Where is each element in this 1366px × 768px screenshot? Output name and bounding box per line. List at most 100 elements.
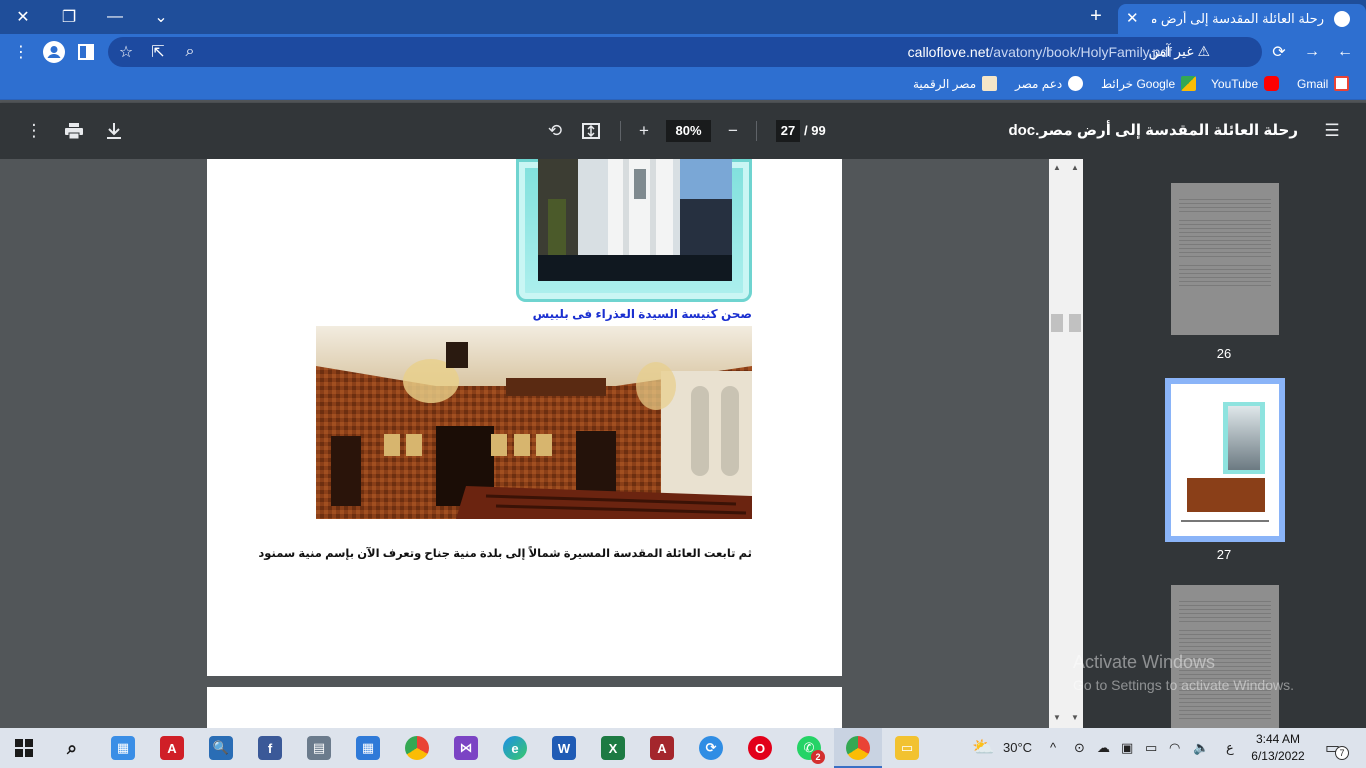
bookmark-support-egypt[interactable]: دعم مصر: [1015, 76, 1084, 91]
whatsapp-icon[interactable]: ✆ 2: [797, 736, 825, 764]
download-icon[interactable]: [102, 119, 126, 143]
scroll-up-arrow-icon[interactable]: ▲: [1071, 163, 1079, 172]
scroll-down-arrow-icon[interactable]: ▼: [1071, 713, 1079, 722]
vertical-scrollbar[interactable]: ▲ ▲ ▼ ▼: [1049, 159, 1083, 728]
action-icon[interactable]: ▣: [1121, 740, 1133, 756]
address-bar[interactable]: ☆ ⇱ ⌕ calloflove.net/avatony/book/HolyFa…: [108, 37, 1262, 67]
pdf-page-next: [207, 687, 842, 728]
bookmark-label: خرائط Google: [1101, 76, 1176, 91]
thumbnail-label: 26: [1216, 346, 1232, 361]
close-window-button[interactable]: ✕: [0, 0, 46, 34]
calculator-icon[interactable]: ▤: [307, 736, 331, 760]
search-icon[interactable]: ⌕: [60, 736, 84, 760]
volume-icon[interactable]: 🔈: [1193, 740, 1209, 756]
tab-close-icon[interactable]: ✕: [1126, 9, 1139, 27]
show-hidden-icons-chevron-icon[interactable]: ^: [1050, 740, 1056, 755]
share-icon[interactable]: ⇱: [146, 40, 170, 64]
bookmark-star-icon[interactable]: ☆: [114, 40, 138, 64]
word-icon[interactable]: W: [552, 736, 576, 760]
restore-window-button[interactable]: ❐: [46, 0, 92, 34]
url-text[interactable]: calloflove.net/avatony/book/HolyFamily.p…: [908, 44, 1172, 60]
bookmark-digital-egypt[interactable]: مصر الرقمية: [913, 76, 998, 91]
pdf-viewer[interactable]: صحن كنيسة السيدة العذراء فى بلبيس ثم تاب…: [0, 159, 1049, 728]
bookmark-gmail[interactable]: Gmail: [1297, 76, 1350, 91]
scroll-up-arrow-icon[interactable]: ▲: [1053, 163, 1061, 172]
wifi-icon[interactable]: ◠: [1169, 740, 1180, 756]
bookmark-label: مصر الرقمية: [913, 76, 977, 91]
toolbar-separator: [756, 121, 757, 141]
sync-app-icon[interactable]: ⟳: [699, 736, 723, 760]
new-tab-button[interactable]: +: [1084, 5, 1108, 29]
control-panel-icon[interactable]: ▦: [111, 736, 135, 760]
browser-menu-icon[interactable]: ⋮: [9, 40, 33, 64]
church-interior-photo: [316, 326, 752, 519]
toolbar-separator: [620, 121, 621, 141]
watermark-line-2: Go to Settings to activate Windows.: [1073, 677, 1294, 693]
edge-icon[interactable]: e: [503, 736, 527, 760]
autocad-icon[interactable]: A: [160, 736, 184, 760]
tab-search-button[interactable]: ⌄: [138, 0, 184, 34]
facebook-icon[interactable]: f: [258, 736, 282, 760]
activate-windows-watermark: Activate Windows Go to Settings to activ…: [1073, 652, 1294, 693]
security-indicator[interactable]: غير آمن ⚠: [1148, 43, 1216, 60]
visual-studio-icon[interactable]: ⋈: [454, 736, 478, 760]
warning-triangle-icon: ⚠: [1197, 43, 1210, 59]
digital-egypt-icon: [982, 76, 998, 91]
globe-favicon-icon: [1334, 11, 1350, 27]
onedrive-cloud-icon[interactable]: ☁: [1097, 740, 1110, 756]
zoom-lens-icon[interactable]: ⌕: [178, 40, 202, 64]
zoom-out-icon[interactable]: −: [721, 119, 745, 143]
scroll-down-arrow-icon[interactable]: ▼: [1053, 713, 1061, 722]
scroll-thumb[interactable]: [1051, 314, 1081, 332]
access-icon[interactable]: A: [650, 736, 674, 760]
forward-arrow-icon[interactable]: →: [1300, 40, 1324, 64]
excel-icon[interactable]: X: [601, 736, 625, 760]
windows-start-icon[interactable]: [12, 736, 36, 760]
reload-icon[interactable]: ⟳: [1267, 40, 1291, 64]
print-icon[interactable]: [62, 119, 86, 143]
side-panel-icon[interactable]: [74, 40, 98, 64]
file-explorer-icon[interactable]: ▭: [895, 736, 919, 760]
browser-toolbar: ⋮ ☆ ⇱ ⌕ calloflove.net/avatony/book/Holy…: [0, 34, 1366, 70]
menu-hamburger-icon[interactable]: ☰: [1320, 119, 1344, 143]
notifications-icon[interactable]: ▭ 7: [1325, 738, 1349, 760]
weather-temperature[interactable]: 30°C: [1003, 740, 1032, 755]
document-title: رحلة العائلة المقدسة إلى أرض مصر.doc: [1008, 122, 1298, 139]
bookmark-google-maps[interactable]: خرائط Google: [1101, 76, 1197, 91]
clock-date: 6/13/2022: [1251, 749, 1305, 763]
chrome-icon[interactable]: [405, 736, 429, 760]
rotate-icon[interactable]: ⟲: [543, 119, 567, 143]
globe-icon: [1068, 76, 1084, 91]
youtube-icon: [1264, 76, 1280, 91]
church-tower-photo: [538, 159, 732, 281]
more-actions-icon[interactable]: ⋮: [22, 119, 46, 143]
clock[interactable]: 3:44 AM 6/13/2022: [1250, 731, 1306, 765]
calendar-icon[interactable]: ▦: [356, 736, 380, 760]
magnifier-icon[interactable]: 🔍: [209, 736, 233, 760]
bookmark-label: دعم مصر: [1015, 76, 1063, 91]
photo-caption: صحن كنيسة السيدة العذراء فى بلبيس: [532, 307, 752, 321]
browser-tab-active[interactable]: ✕ رحلة العائلة المقدسة إلى أرض مصر.: [1118, 4, 1366, 34]
fit-page-icon[interactable]: [579, 119, 603, 143]
minimize-window-button[interactable]: —: [92, 0, 138, 34]
zoom-in-icon[interactable]: +: [632, 119, 656, 143]
thumbnail-sidebar: 26 27: [1083, 159, 1366, 728]
chrome-profile-icon[interactable]: [846, 736, 870, 760]
page-body-text: ثم تابعت العائلة المقدسة المسيرة شمالاً …: [258, 548, 752, 560]
thumbnail-page-26[interactable]: [1171, 183, 1279, 335]
thumbnail-label: 27: [1216, 547, 1232, 562]
page-number-field[interactable]: 27: [776, 120, 800, 142]
opera-icon[interactable]: O: [748, 736, 772, 760]
back-arrow-icon[interactable]: ←: [1333, 40, 1357, 64]
profile-icon[interactable]: [42, 40, 66, 64]
language-indicator[interactable]: ع: [1226, 740, 1234, 756]
gmail-icon: [1334, 76, 1350, 91]
zoom-level-field[interactable]: 80%: [666, 120, 711, 142]
bookmark-youtube[interactable]: YouTube: [1211, 76, 1280, 91]
thumbnail-page-27-selected[interactable]: [1165, 378, 1285, 542]
battery-icon[interactable]: ▭: [1145, 740, 1157, 756]
clock-time: 3:44 AM: [1255, 732, 1301, 746]
bookmarks-bar: Gmail YouTube خرائط Google دعم مصر مصر ا…: [0, 70, 1366, 100]
weather-icon[interactable]: ⛅: [972, 737, 994, 758]
meet-now-icon[interactable]: ⊙: [1074, 740, 1085, 756]
